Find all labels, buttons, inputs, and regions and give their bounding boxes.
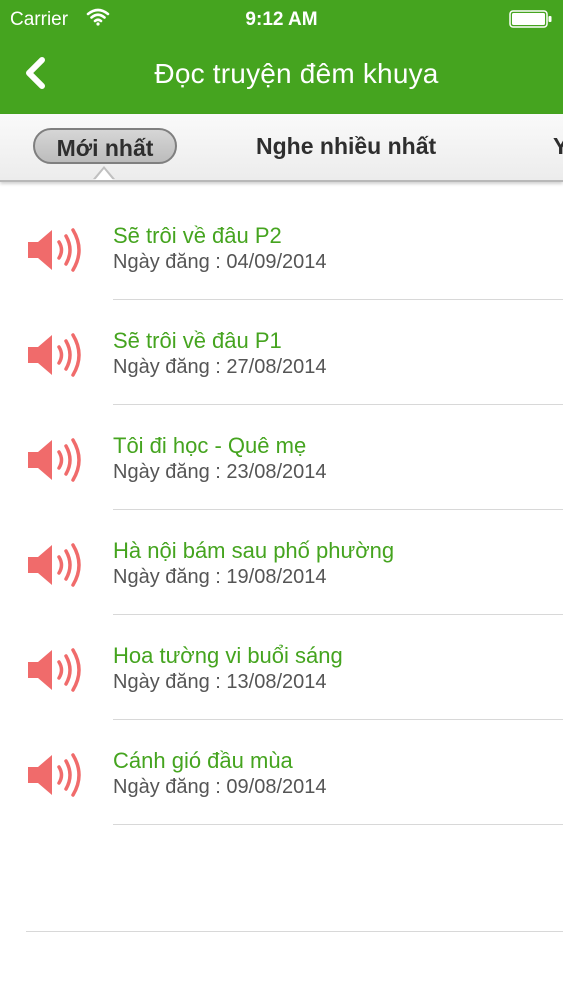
story-title: Sẽ trôi về đâu P2 [113, 223, 282, 248]
bottom-divider [26, 931, 563, 932]
page-title: Đọc truyện đêm khuya [154, 58, 439, 89]
tab-bar: Mới nhất Nghe nhiều nhất Y [0, 114, 563, 182]
speaker-icon [26, 750, 88, 800]
list-item[interactable]: Sẽ trôi về đâu P2 Ngày đăng : 04/09/2014 [0, 195, 563, 300]
story-title: Hà nội bám sau phố phường [113, 538, 395, 563]
story-date: Ngày đăng : 09/08/2014 [113, 776, 327, 798]
story-date: Ngày đăng : 04/09/2014 [113, 251, 327, 273]
story-title: Hoa tường vi buổi sáng [113, 643, 343, 668]
row-divider [113, 824, 563, 825]
speaker-icon [26, 540, 88, 590]
list-item[interactable]: Hoa tường vi buổi sáng Ngày đăng : 13/08… [0, 615, 563, 720]
back-button[interactable] [18, 52, 62, 98]
list-item[interactable]: Cánh gió đầu mùa Ngày đăng : 09/08/2014 [0, 720, 563, 825]
battery-icon [509, 10, 553, 34]
speaker-icon [26, 645, 88, 695]
story-title: Cánh gió đầu mùa [113, 748, 293, 773]
story-title: Sẽ trôi về đâu P1 [113, 328, 282, 353]
top-bar: Carrier 9:12 AM Đọc truyện đêm khuya [0, 0, 563, 114]
story-date: Ngày đăng : 19/08/2014 [113, 566, 327, 588]
chevron-left-icon [18, 57, 62, 102]
story-date: Ngày đăng : 27/08/2014 [113, 356, 327, 378]
tab-newest[interactable]: Mới nhất [33, 128, 177, 164]
speaker-icon [26, 435, 88, 485]
navigation-bar: Đọc truyện đêm khuya [0, 38, 563, 114]
tab-most-listened[interactable]: Nghe nhiều nhất [256, 128, 436, 164]
tab-next[interactable]: Y [553, 128, 563, 164]
story-list: Sẽ trôi về đâu P2 Ngày đăng : 04/09/2014… [0, 195, 563, 825]
speaker-icon [26, 330, 88, 380]
story-date: Ngày đăng : 23/08/2014 [113, 461, 327, 483]
speaker-icon [26, 225, 88, 275]
tab-indicator [93, 166, 115, 180]
list-item[interactable]: Hà nội bám sau phố phường Ngày đăng : 19… [0, 510, 563, 615]
list-item[interactable]: Tôi đi học - Quê mẹ Ngày đăng : 23/08/20… [0, 405, 563, 510]
status-time: 9:12 AM [245, 9, 318, 30]
list-item[interactable]: Sẽ trôi về đâu P1 Ngày đăng : 27/08/2014 [0, 300, 563, 405]
story-title: Tôi đi học - Quê mẹ [113, 433, 307, 458]
story-date: Ngày đăng : 13/08/2014 [113, 671, 327, 693]
status-bar: Carrier 9:12 AM [0, 0, 563, 38]
